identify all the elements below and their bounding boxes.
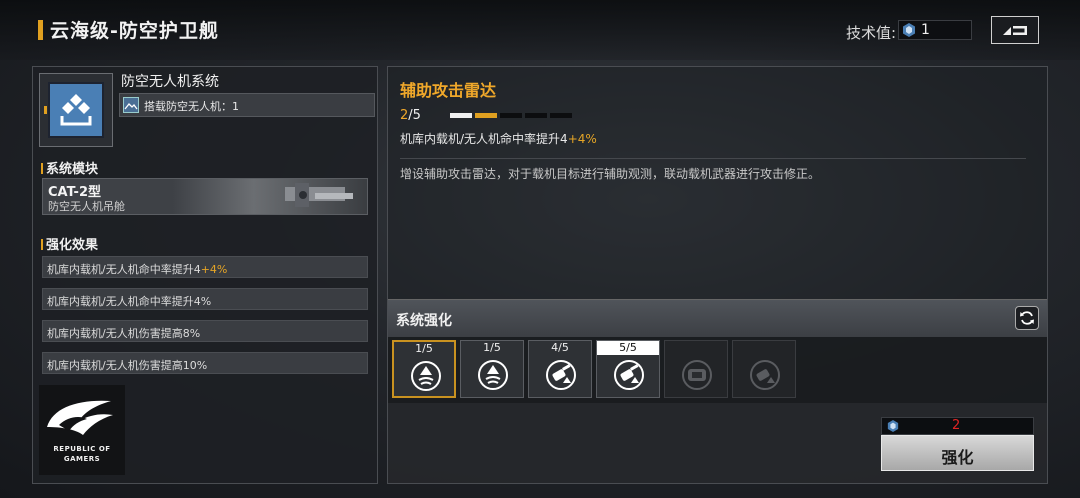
back-button[interactable]	[991, 16, 1039, 44]
cost-value: 2	[952, 418, 961, 433]
progress-segment-4	[525, 113, 547, 118]
cost-crystal-icon	[887, 420, 899, 432]
module-detail-panel: 辅助攻击雷达 2/5 机库内载机/无人机命中率提升4+4% 增设辅助攻击雷达，对…	[387, 66, 1048, 484]
progress-segment-5	[550, 113, 572, 118]
gun-up-icon	[614, 360, 644, 390]
system-name: 防空无人机系统	[121, 74, 219, 90]
slot-1-count: 1/5	[415, 342, 433, 355]
slot-2-count: 1/5	[483, 341, 501, 354]
drone-system-icon	[60, 94, 92, 126]
enhance-slot-4[interactable]: 5/5	[596, 340, 660, 398]
enhance-slot-5[interactable]	[664, 340, 728, 398]
effect-row-3: 机库内载机/无人机伤害提高8%	[42, 320, 368, 342]
effect-row-1-bonus: +4%	[200, 263, 228, 276]
refresh-icon	[1020, 311, 1034, 325]
system-icon	[48, 82, 104, 138]
tech-value-box: 1	[898, 20, 972, 40]
system-sub-row: 搭载防空无人机：1	[119, 93, 375, 117]
gun-locked-icon	[750, 360, 780, 390]
detail-title: 辅助攻击雷达	[400, 81, 497, 100]
progress-segment-3	[500, 113, 522, 118]
progress-segment-1	[450, 113, 472, 118]
enhance-title: 系统强化	[396, 313, 452, 329]
rog-logo: REPUBLIC OF GAMERS	[39, 385, 125, 475]
module-section-title: 系统模块	[41, 158, 98, 177]
detail-progress-text: 2/5	[400, 108, 421, 123]
detail-progress-max: /5	[408, 108, 421, 123]
effect-row-1-text: 机库内载机/无人机命中率提升4	[47, 263, 201, 276]
effect-row-1: 机库内载机/无人机命中率提升4+4%	[42, 256, 368, 278]
module-card[interactable]: CAT-2型 防空无人机吊舱	[42, 178, 368, 215]
icon-tick	[44, 106, 47, 114]
title-accent-bar	[38, 20, 43, 40]
system-icon-box	[39, 73, 113, 147]
enhance-slot-3[interactable]: 4/5	[528, 340, 592, 398]
detail-description: 增设辅助攻击雷达，对于载机目标进行辅助观测，联动载机武器进行攻击修正。	[400, 167, 821, 181]
module-desc: 防空无人机吊舱	[48, 200, 125, 213]
tech-value-label: 技术值:	[846, 24, 897, 42]
gun-up-icon	[546, 360, 576, 390]
drone-count-text: 搭载防空无人机：1	[144, 100, 239, 113]
upgrade-button[interactable]: 强化	[881, 435, 1034, 471]
progress-segment-2	[475, 113, 497, 118]
enhance-slot-6[interactable]	[732, 340, 796, 398]
refresh-button[interactable]	[1015, 306, 1039, 330]
effect-row-4-text: 机库内载机/无人机伤害提高10%	[47, 359, 208, 372]
enhance-slot-1[interactable]: 1/5	[392, 340, 456, 398]
detail-effect-bonus: +4%	[567, 132, 597, 146]
upgrade-area: 2 强化	[388, 403, 1047, 483]
tech-crystal-icon	[903, 23, 915, 37]
system-info-panel: 防空无人机系统 搭载防空无人机：1 系统模块 CAT-2型 防空无人机吊舱 强化…	[32, 66, 378, 484]
slot-4-count: 5/5	[597, 341, 659, 355]
enhance-slots-row: 1/5 1/5 4/5 5/5	[388, 337, 1047, 403]
cost-box: 2	[881, 417, 1034, 435]
drone-up-icon	[478, 360, 508, 390]
back-icon	[1003, 26, 1027, 35]
effect-row-2-text: 机库内载机/无人机命中率提升4%	[47, 295, 212, 308]
drone-up-icon	[411, 361, 441, 391]
effect-row-2: 机库内载机/无人机命中率提升4%	[42, 288, 368, 310]
tech-value: 1	[921, 22, 930, 38]
enhance-slot-2[interactable]: 1/5	[460, 340, 524, 398]
slot-3-count: 4/5	[551, 341, 569, 354]
effects-section-title: 强化效果	[41, 234, 98, 253]
page-title: 云海级-防空护卫舰	[50, 20, 219, 42]
effect-row-4: 机库内载机/无人机伤害提高10%	[42, 352, 368, 374]
upgrade-button-label: 强化	[941, 448, 974, 467]
rog-text-line1: REPUBLIC OF	[53, 445, 111, 453]
enhance-header: 系统强化	[388, 299, 1047, 337]
effect-row-3-text: 机库内载机/无人机伤害提高8%	[47, 327, 201, 340]
detail-effect-line: 机库内载机/无人机命中率提升4+4%	[400, 130, 597, 147]
armor-locked-icon	[682, 360, 712, 390]
detail-effect-text: 机库内载机/无人机命中率提升4	[400, 132, 568, 146]
rog-text-line2: GAMERS	[63, 455, 101, 463]
drone-pod-art	[285, 183, 353, 207]
rog-eye-icon	[47, 400, 113, 435]
detail-divider	[400, 158, 1026, 159]
image-icon	[123, 97, 139, 113]
